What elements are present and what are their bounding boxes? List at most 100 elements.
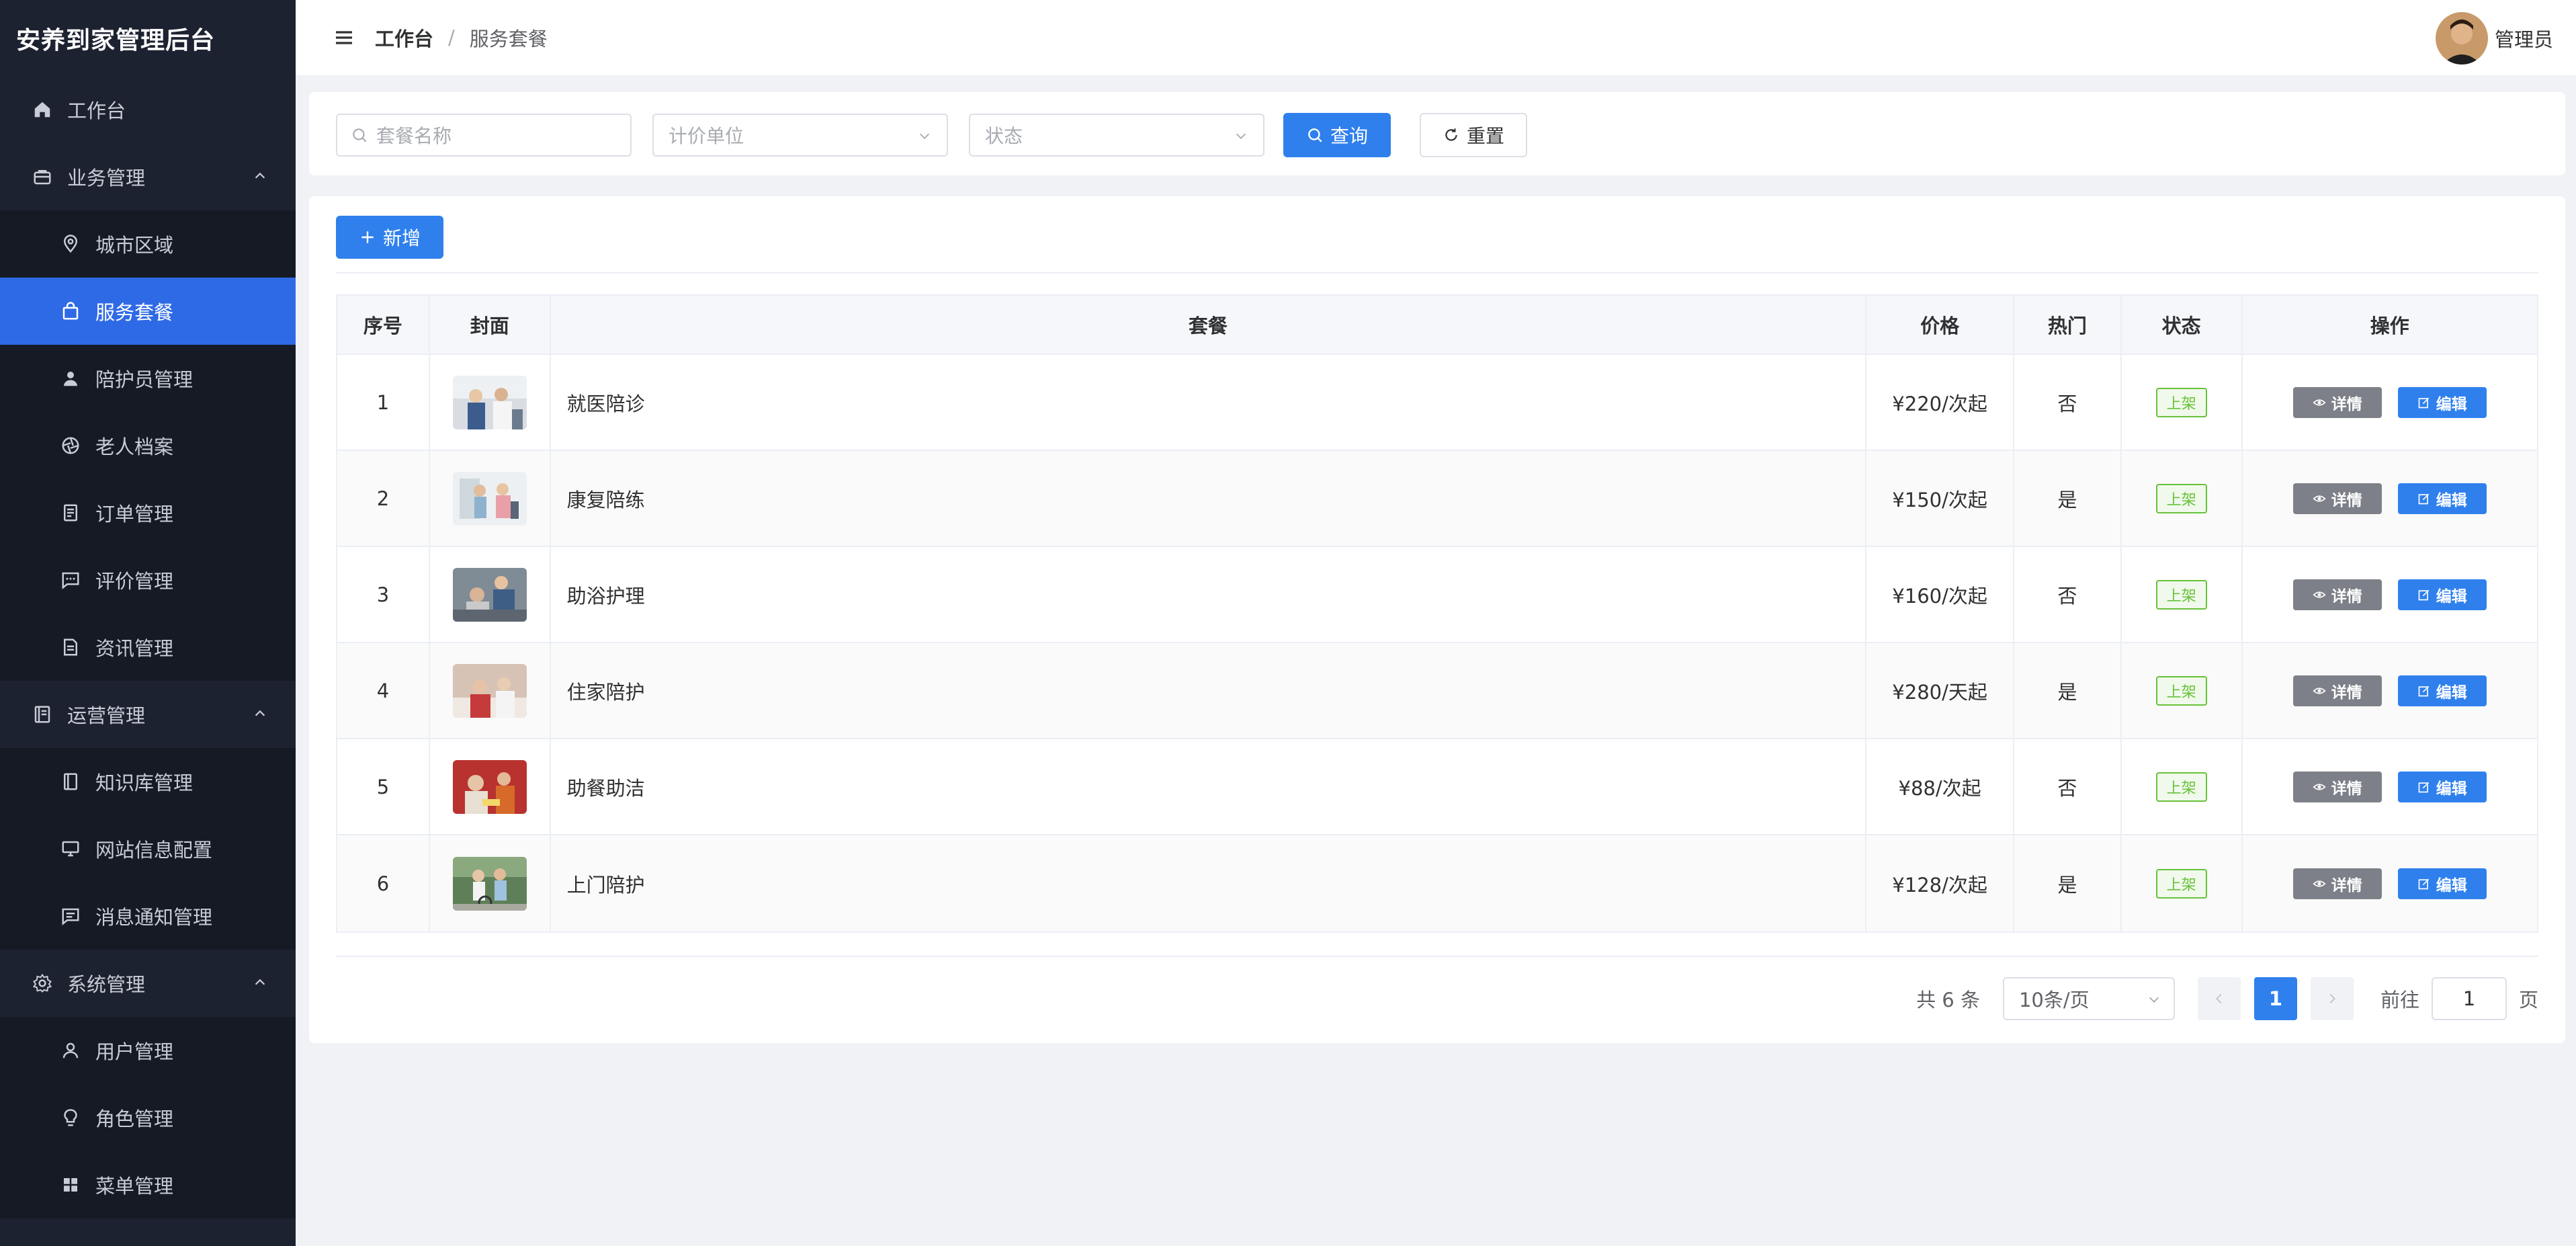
status-badge: 上架 [2155,579,2207,610]
sidebar-item-roles[interactable]: 角色管理 [0,1084,296,1151]
message-icon [60,906,81,926]
package-price: ¥88/次起 [1866,739,2014,834]
next-page-button[interactable] [2310,977,2354,1020]
sidebar-item-label: 消息通知管理 [95,906,213,929]
search-icon [351,126,368,144]
cover-cell [430,451,551,546]
sidebar-item-news[interactable]: 资讯管理 [0,614,296,681]
search-icon [1306,126,1324,144]
query-button[interactable]: 查询 [1283,113,1391,157]
detail-button[interactable]: 详情 [2292,386,2382,418]
row-index: 3 [337,547,430,642]
package-name-input[interactable]: 套餐名称 [336,114,632,157]
column-header: 序号 [337,296,430,354]
package-name-placeholder: 套餐名称 [376,125,452,147]
package-name: 就医陪诊 [551,355,1867,450]
package-name: 康复陪练 [551,451,1867,546]
actions-cell: 详情 编辑 [2243,547,2537,642]
user-menu[interactable]: 管理员 [2435,12,2553,65]
sidebar-item-dashboard[interactable]: 工作台 [0,76,296,143]
edit-icon [2417,492,2431,505]
pricing-unit-placeholder: 计价单位 [669,125,744,147]
sidebar-item-label: 评价管理 [95,570,174,593]
edit-button[interactable]: 编辑 [2397,771,2487,802]
reset-button-label: 重置 [1466,125,1504,147]
lightbulb-icon [60,1108,81,1128]
hamburger-menu-icon[interactable] [333,27,355,48]
edit-button-label: 编辑 [2436,683,2467,702]
package-name: 住家陪护 [551,643,1867,738]
status-badge: 上架 [2155,483,2207,513]
user-icon [60,368,81,388]
sidebar-group-system[interactable]: 系统管理 [0,950,296,1017]
column-header: 封面 [430,296,551,354]
sidebar-group-business[interactable]: 业务管理 [0,143,296,210]
query-button-label: 查询 [1330,125,1368,147]
edit-icon [2417,877,2431,890]
edit-button[interactable]: 编辑 [2397,579,2487,610]
sidebar-item-orders[interactable]: 订单管理 [0,479,296,546]
refresh-icon [1443,126,1460,144]
edit-button[interactable]: 编辑 [2397,386,2487,418]
package-list-panel: 新增 序号 封面 套餐 价格 热门 状态 操作 1 就医陪诊 ¥220/次起 否… [309,196,2565,1043]
add-button[interactable]: 新增 [336,216,443,259]
prev-page-button[interactable] [2197,977,2241,1020]
detail-button[interactable]: 详情 [2292,868,2382,899]
sidebar-item-users[interactable]: 用户管理 [0,1017,296,1084]
document-icon [60,637,81,657]
row-index: 1 [337,355,430,450]
package-hot: 否 [2014,739,2122,834]
sidebar-item-caregiver[interactable]: 陪护员管理 [0,345,296,412]
status-badge: 上架 [2155,387,2207,417]
sidebar-item-reviews[interactable]: 评价管理 [0,546,296,614]
detail-button-label: 详情 [2331,780,2362,798]
sidebar-item-label: 用户管理 [95,1040,174,1063]
detail-button-label: 详情 [2331,395,2362,413]
breadcrumb-home[interactable]: 工作台 [375,24,433,52]
column-header: 套餐 [551,296,1867,354]
sidebar-item-service-package[interactable]: 服务套餐 [0,278,296,345]
sidebar-item-menus[interactable]: 菜单管理 [0,1151,296,1218]
page-suffix: 页 [2518,989,2538,1011]
package-table: 序号 封面 套餐 价格 热门 状态 操作 1 就医陪诊 ¥220/次起 否 上架… [336,294,2538,933]
eye-icon [2313,780,2326,794]
eye-icon [2313,492,2326,505]
plus-icon [359,229,376,246]
edit-button[interactable]: 编辑 [2397,868,2487,899]
sidebar-group-operations[interactable]: 运营管理 [0,681,296,748]
sidebar-item-city-region[interactable]: 城市区域 [0,210,296,278]
top-header: 工作台 / 服务套餐 管理员 [296,0,2576,76]
edit-button[interactable]: 编辑 [2397,675,2487,706]
detail-button[interactable]: 详情 [2292,483,2382,514]
sidebar-item-label: 网站信息配置 [95,839,213,862]
pricing-unit-select[interactable]: 计价单位 [652,114,948,157]
page-size-select[interactable]: 10条/页 [2002,977,2175,1020]
cover-cell [430,547,551,642]
status-cell: 上架 [2122,835,2243,931]
column-header: 热门 [2014,296,2122,354]
detail-button[interactable]: 详情 [2292,675,2382,706]
detail-button[interactable]: 详情 [2292,579,2382,610]
sidebar-item-knowledge-base[interactable]: 知识库管理 [0,748,296,815]
edit-icon [2417,396,2431,409]
reset-button[interactable]: 重置 [1420,113,1527,157]
edit-button[interactable]: 编辑 [2397,483,2487,514]
edit-button-label: 编辑 [2436,876,2467,895]
column-header: 状态 [2122,296,2243,354]
edit-icon [2417,684,2431,698]
package-hot: 是 [2014,643,2122,738]
status-badge: 上架 [2155,868,2207,899]
cover-cell [430,643,551,738]
status-select[interactable]: 状态 [969,114,1264,157]
detail-button[interactable]: 详情 [2292,771,2382,802]
sidebar-item-elder-records[interactable]: 老人档案 [0,412,296,479]
page-number-current[interactable]: 1 [2253,977,2297,1020]
goto-label: 前往 [2380,989,2419,1011]
sidebar: 安养到家管理后台 工作台 业务管理 城市区域 服务套餐 陪护员管理 老人档案 订… [0,0,296,1246]
goto-page-input[interactable]: 1 [2431,977,2507,1020]
sidebar-item-site-config[interactable]: 网站信息配置 [0,815,296,882]
detail-button-label: 详情 [2331,876,2362,895]
breadcrumb-separator: / [448,26,455,49]
sidebar-item-notifications[interactable]: 消息通知管理 [0,882,296,950]
home-icon [32,99,52,120]
